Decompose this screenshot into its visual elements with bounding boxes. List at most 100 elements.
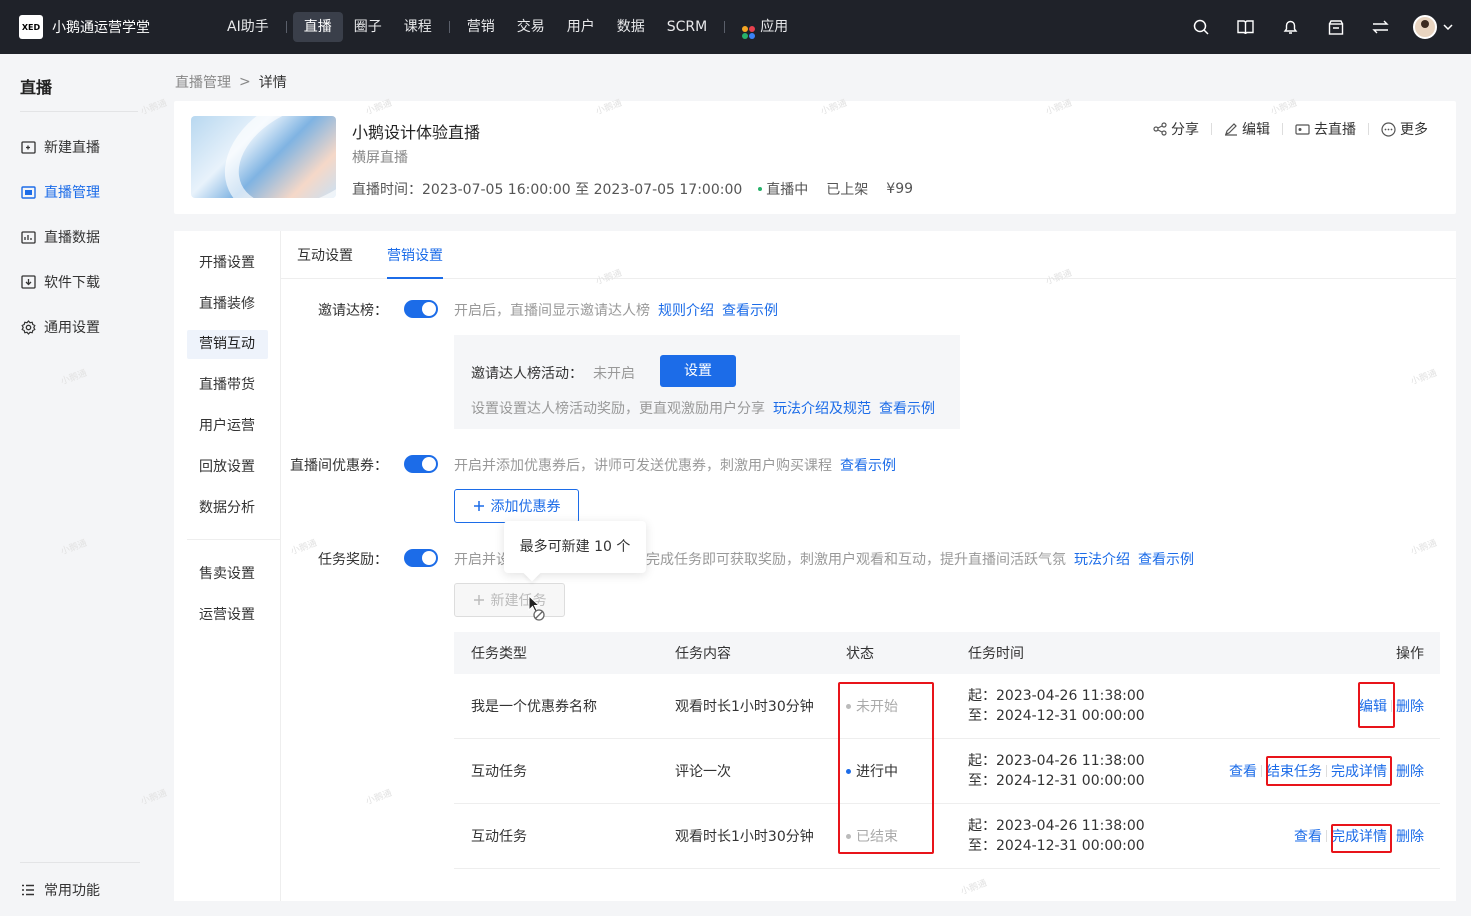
brand-logo[interactable]: XED xyxy=(19,15,43,39)
coupon-toggle[interactable] xyxy=(404,455,438,473)
download-icon xyxy=(20,274,36,290)
sidebar-item-live-data[interactable]: 直播数据 xyxy=(20,225,100,249)
invite-rank-label: 邀请达榜： xyxy=(318,303,388,319)
nav-circle[interactable]: 圈子 xyxy=(343,12,393,42)
op-divider xyxy=(1261,765,1262,777)
task-type-cell: 互动任务 xyxy=(471,829,527,845)
invite-rank-toggle[interactable] xyxy=(404,300,438,318)
invite-box-hint: 设置设置达人榜活动奖励，更直观激励用户分享 玩法介绍及规范 查看示例 xyxy=(471,398,935,418)
edit-label: 编辑 xyxy=(1242,122,1270,138)
subnav-item-decoration[interactable]: 直播装修 xyxy=(187,290,268,319)
coupon-label: 直播间优惠券： xyxy=(290,458,388,474)
view-task-link[interactable]: 查看 xyxy=(1229,761,1257,781)
book-icon[interactable] xyxy=(1223,12,1268,42)
add-coupon-label: 添加优惠券 xyxy=(490,499,561,515)
nav-live[interactable]: 直播 xyxy=(292,12,343,42)
tab-interaction-settings[interactable]: 互动设置 xyxy=(297,245,353,279)
task-reward-toggle[interactable] xyxy=(404,549,438,567)
invite-play-rules-link[interactable]: 玩法介绍及规范 xyxy=(773,401,871,417)
chevron-down-icon[interactable] xyxy=(1443,24,1453,30)
left-sidebar: 直播 新建直播 直播管理 直播数据 软件下载 通用设置 常用功能 xyxy=(0,54,160,916)
coupon-hint: 开启并添加优惠券后，讲师可发送优惠券，刺激用户购买课程 查看示例 xyxy=(454,455,896,475)
table-row: 我是一个优惠券名称 观看时长1小时30分钟 未开始 起：2023-04-26 1… xyxy=(454,674,1440,739)
brand-name[interactable]: 小鹅通运营学堂 xyxy=(52,17,150,37)
task-time-cell: 起：2023-04-26 11:38:00 至：2024-12-31 00:00:… xyxy=(968,674,1145,738)
subnav-item-broadcast-settings[interactable]: 开播设置 xyxy=(187,249,268,278)
subnav-item-sales-settings[interactable]: 售卖设置 xyxy=(187,560,268,589)
nav-trade[interactable]: 交易 xyxy=(506,12,556,42)
tab-marketing-settings[interactable]: 营销设置 xyxy=(387,245,443,279)
apps-icon xyxy=(742,26,756,39)
subnav-item-user-operation[interactable]: 用户运营 xyxy=(187,412,268,441)
breadcrumb-parent[interactable]: 直播管理 xyxy=(175,72,231,92)
sidebar-item-download[interactable]: 软件下载 xyxy=(20,270,100,294)
sidebar-item-general-settings[interactable]: 通用设置 xyxy=(20,315,100,339)
invite-activity-box: 邀请达人榜活动： 未开启 设置 设置设置达人榜活动奖励，更直观激励用户分享 玩法介… xyxy=(454,335,960,429)
invite-settings-button[interactable]: 设置 xyxy=(660,355,736,387)
op-divider xyxy=(1326,830,1327,842)
share-button[interactable]: 分享 xyxy=(1141,119,1211,139)
nav-divider xyxy=(724,21,726,33)
more-button[interactable]: 更多 xyxy=(1369,119,1440,139)
subnav-item-replay-settings[interactable]: 回放设置 xyxy=(187,453,268,482)
plus-icon xyxy=(473,595,484,605)
task-example-link[interactable]: 查看示例 xyxy=(1138,552,1194,568)
main-nav: AI助手 直播 圈子 课程 营销 交易 用户 数据 SCRM 应用 xyxy=(216,12,799,42)
add-coupon-button[interactable]: 添加优惠券 xyxy=(454,489,579,523)
delete-task-link[interactable]: 删除 xyxy=(1396,696,1424,716)
switch-icon[interactable] xyxy=(1358,12,1403,42)
invite-example-link[interactable]: 查看示例 xyxy=(722,303,778,319)
col-task-content: 任务内容 xyxy=(675,646,731,662)
go-live-label: 去直播 xyxy=(1314,122,1356,138)
task-play-rules-link[interactable]: 玩法介绍 xyxy=(1074,552,1130,568)
avatar[interactable] xyxy=(1413,15,1437,39)
share-label: 分享 xyxy=(1171,122,1199,138)
store-icon[interactable] xyxy=(1313,12,1358,42)
nav-marketing[interactable]: 营销 xyxy=(456,12,506,42)
subnav-item-data-analysis[interactable]: 数据分析 xyxy=(187,494,268,523)
settings-tabs: 互动设置 营销设置 xyxy=(281,231,1456,279)
main-settings-card: 开播设置 直播装修 营销互动 直播带货 用户运营 回放设置 数据分析 售卖设置 … xyxy=(174,231,1456,901)
top-toolbar xyxy=(1178,12,1453,42)
course-header-card: 小鹅设计体验直播 横屏直播 直播时间：2023-07-05 16:00:00 至… xyxy=(174,101,1456,214)
task-hint-text: 完成任务即可获取奖励，刺激用户观看和互动，提升直播间活跃气氛 xyxy=(646,552,1066,568)
sidebar-item-new-live[interactable]: 新建直播 xyxy=(20,135,100,159)
task-content-cell: 观看时长1小时30分钟 xyxy=(675,699,814,715)
top-navbar: XED 小鹅通运营学堂 AI助手 直播 圈子 课程 营销 交易 用户 数据 SC… xyxy=(0,0,1471,54)
search-icon[interactable] xyxy=(1178,12,1223,42)
go-live-button[interactable]: 去直播 xyxy=(1283,119,1368,139)
data-chart-icon xyxy=(20,229,36,245)
nav-apps[interactable]: 应用 xyxy=(731,12,799,42)
sidebar-common-functions[interactable]: 常用功能 xyxy=(20,878,100,902)
course-shelf-status: 已上架 xyxy=(826,182,869,198)
sidebar-divider xyxy=(20,862,140,863)
live-status-dot xyxy=(758,187,763,191)
completion-highlight-box xyxy=(1331,824,1392,853)
task-end-time: 至：2024-12-31 00:00:00 xyxy=(968,708,1145,724)
delete-task-link[interactable]: 删除 xyxy=(1396,761,1424,781)
nav-divider xyxy=(285,21,287,33)
invite-rule-link[interactable]: 规则介绍 xyxy=(658,303,714,319)
nav-divider xyxy=(448,21,450,33)
nav-scrm[interactable]: SCRM xyxy=(656,12,718,42)
course-time: 直播时间：2023-07-05 16:00:00 至 2023-07-05 17… xyxy=(352,182,743,198)
course-live-status: 直播中 xyxy=(766,182,809,198)
sidebar-bottom-label: 常用功能 xyxy=(44,883,100,899)
coupon-example-link[interactable]: 查看示例 xyxy=(840,458,896,474)
subnav-item-live-commerce[interactable]: 直播带货 xyxy=(187,371,268,400)
col-task-type: 任务类型 xyxy=(471,646,527,662)
plus-icon xyxy=(473,501,484,511)
subnav-item-marketing-interaction[interactable]: 营销互动 xyxy=(187,330,268,359)
sidebar-item-live-manage[interactable]: 直播管理 xyxy=(20,180,100,204)
sidebar-item-label: 新建直播 xyxy=(44,140,100,156)
nav-course[interactable]: 课程 xyxy=(393,12,443,42)
nav-ai-assistant[interactable]: AI助手 xyxy=(216,12,280,42)
subnav-item-ops-settings[interactable]: 运营设置 xyxy=(187,601,268,630)
bell-icon[interactable] xyxy=(1268,12,1313,42)
nav-users[interactable]: 用户 xyxy=(556,12,606,42)
view-task-link[interactable]: 查看 xyxy=(1294,826,1322,846)
edit-button[interactable]: 编辑 xyxy=(1212,119,1282,139)
invite-box-example-link[interactable]: 查看示例 xyxy=(879,401,935,417)
nav-data[interactable]: 数据 xyxy=(606,12,656,42)
delete-task-link[interactable]: 删除 xyxy=(1396,826,1424,846)
